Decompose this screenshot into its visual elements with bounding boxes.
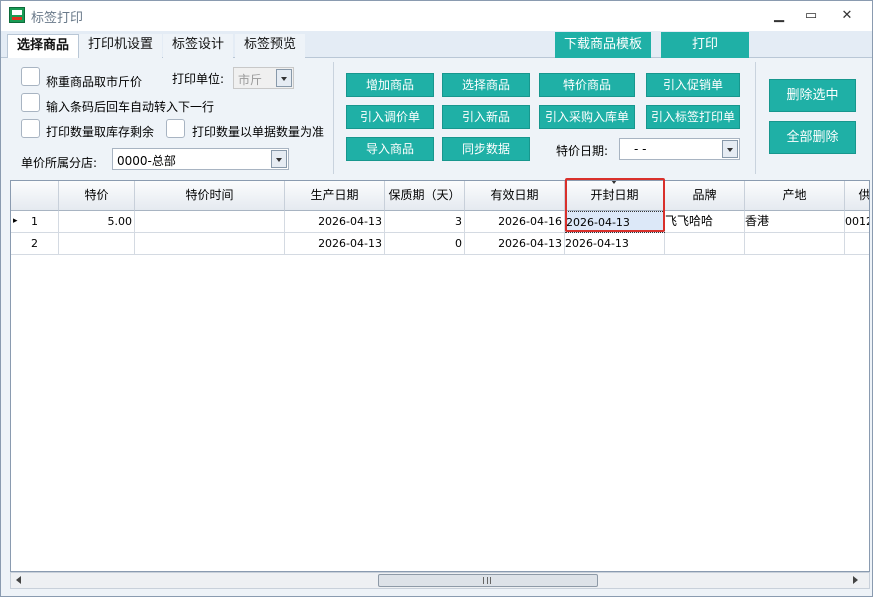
horizontal-scrollbar[interactable]: [10, 572, 870, 589]
print-unit-label: 打印单位:: [172, 72, 225, 86]
minimize-button[interactable]: ▁: [765, 5, 793, 27]
table-cell[interactable]: 0012: [845, 211, 869, 233]
chevron-down-icon: [722, 140, 738, 158]
special-date-label: 特价日期:: [556, 144, 609, 158]
table-cell[interactable]: 0: [385, 233, 465, 255]
col-header-special-price[interactable]: 特价: [59, 181, 135, 211]
print-button[interactable]: 打印: [661, 32, 749, 58]
download-template-button[interactable]: 下载商品模板: [555, 32, 651, 58]
import-products-button[interactable]: 导入商品: [346, 137, 434, 161]
add-product-button[interactable]: 增加商品: [346, 73, 434, 97]
title-bar: 标签打印 ▁ ▭ ✕: [1, 1, 872, 31]
weigh-jin-label: 称重商品取市斤价: [46, 75, 143, 89]
qty-doc-label: 打印数量以单据数量为准: [192, 125, 325, 139]
col-header-brand[interactable]: 品牌: [665, 181, 745, 211]
col-header-expiry[interactable]: 有效日期: [465, 181, 565, 211]
import-new-button[interactable]: 引入新品: [442, 105, 530, 129]
tab-select-products[interactable]: 选择商品: [7, 34, 80, 58]
table-cell[interactable]: 3: [385, 211, 465, 233]
barcode-enter-label: 输入条码后回车自动转入下一行: [46, 100, 215, 114]
close-button[interactable]: ✕: [833, 5, 861, 27]
col-header-supplier[interactable]: 供: [845, 181, 869, 211]
table-cell[interactable]: 2026-04-13: [285, 233, 385, 255]
col-header-special-time[interactable]: 特价时间: [135, 181, 285, 211]
delete-all-button[interactable]: 全部删除: [769, 121, 856, 154]
table-cell[interactable]: [745, 233, 845, 255]
tab-label-design[interactable]: 标签设计: [163, 34, 234, 58]
qty-stock-label: 打印数量取库存剩余: [46, 125, 155, 139]
table-cell[interactable]: [665, 233, 745, 255]
table-cell[interactable]: 2026-04-16: [465, 211, 565, 233]
print-unit-value: 市斤: [238, 73, 263, 87]
weigh-jin-checkbox[interactable]: [21, 67, 40, 86]
divider: [755, 62, 756, 174]
qty-stock-checkbox[interactable]: [21, 119, 40, 138]
scrollbar-thumb[interactable]: [378, 574, 598, 587]
chevron-down-icon: [276, 69, 292, 87]
col-header-prod-date[interactable]: 生产日期: [285, 181, 385, 211]
special-product-button[interactable]: 特价商品: [539, 73, 635, 97]
col-header-origin[interactable]: 产地: [745, 181, 845, 211]
table-cell[interactable]: 2026-04-13: [285, 211, 385, 233]
table-cell[interactable]: [845, 233, 869, 255]
select-product-button[interactable]: 选择商品: [442, 73, 530, 97]
chevron-down-icon: [271, 150, 287, 168]
scroll-left-icon[interactable]: [16, 576, 21, 584]
grip-icon: [483, 577, 491, 584]
highlight-annotation: [565, 178, 665, 232]
table-cell[interactable]: 2026-04-13: [465, 233, 565, 255]
maximize-button[interactable]: ▭: [797, 5, 825, 27]
product-grid[interactable]: 特价 特价时间 生产日期 保质期（天） 有效日期 开封日期 品牌 产地 供 ▸ …: [10, 180, 870, 572]
branch-value: 0000-总部: [117, 154, 176, 168]
options-panel: 称重商品取市斤价 打印单位: 市斤 输入条码后回车自动转入下一行 打印数量取库存…: [1, 58, 872, 179]
import-label-print-button[interactable]: 引入标签打印单: [646, 105, 740, 129]
print-unit-select[interactable]: 市斤: [233, 67, 294, 89]
app-icon: [9, 7, 25, 23]
special-date-value: - -: [634, 142, 647, 156]
tab-strip: 选择商品 打印机设置 标签设计 标签预览 下载商品模板 打印: [1, 31, 872, 58]
branch-label: 单价所属分店:: [21, 156, 98, 170]
import-promo-button[interactable]: 引入促销单: [646, 73, 740, 97]
sync-data-button[interactable]: 同步数据: [442, 137, 530, 161]
table-cell[interactable]: 香港: [745, 211, 845, 233]
table-cell[interactable]: 2026-04-13: [565, 233, 665, 255]
table-cell[interactable]: [59, 233, 135, 255]
window-title: 标签打印: [31, 11, 84, 26]
row-header-corner: [11, 181, 59, 211]
row-number: 1: [31, 215, 38, 228]
scroll-right-icon[interactable]: [853, 576, 858, 584]
row-header[interactable]: 2: [11, 233, 59, 255]
divider: [333, 62, 334, 174]
col-header-shelf-days[interactable]: 保质期（天）: [385, 181, 465, 211]
current-row-icon: ▸: [13, 216, 18, 226]
import-price-adj-button[interactable]: 引入调价单: [346, 105, 434, 129]
barcode-enter-checkbox[interactable]: [21, 93, 40, 112]
table-cell[interactable]: 5.00: [59, 211, 135, 233]
table-cell[interactable]: [135, 211, 285, 233]
import-purchase-button[interactable]: 引入采购入库单: [539, 105, 635, 129]
table-cell[interactable]: 飞飞哈哈: [665, 211, 745, 233]
main-window: 标签打印 ▁ ▭ ✕ 选择商品 打印机设置 标签设计 标签预览 下载商品模板 打…: [0, 0, 873, 597]
branch-select[interactable]: 0000-总部: [112, 148, 289, 170]
tab-printer-settings[interactable]: 打印机设置: [79, 34, 163, 58]
table-cell[interactable]: [135, 233, 285, 255]
delete-selected-button[interactable]: 删除选中: [769, 79, 856, 112]
tab-label-preview[interactable]: 标签预览: [235, 34, 306, 58]
special-date-picker[interactable]: - -: [619, 138, 740, 160]
qty-doc-checkbox[interactable]: [166, 119, 185, 138]
row-header[interactable]: ▸ 1: [11, 211, 59, 233]
